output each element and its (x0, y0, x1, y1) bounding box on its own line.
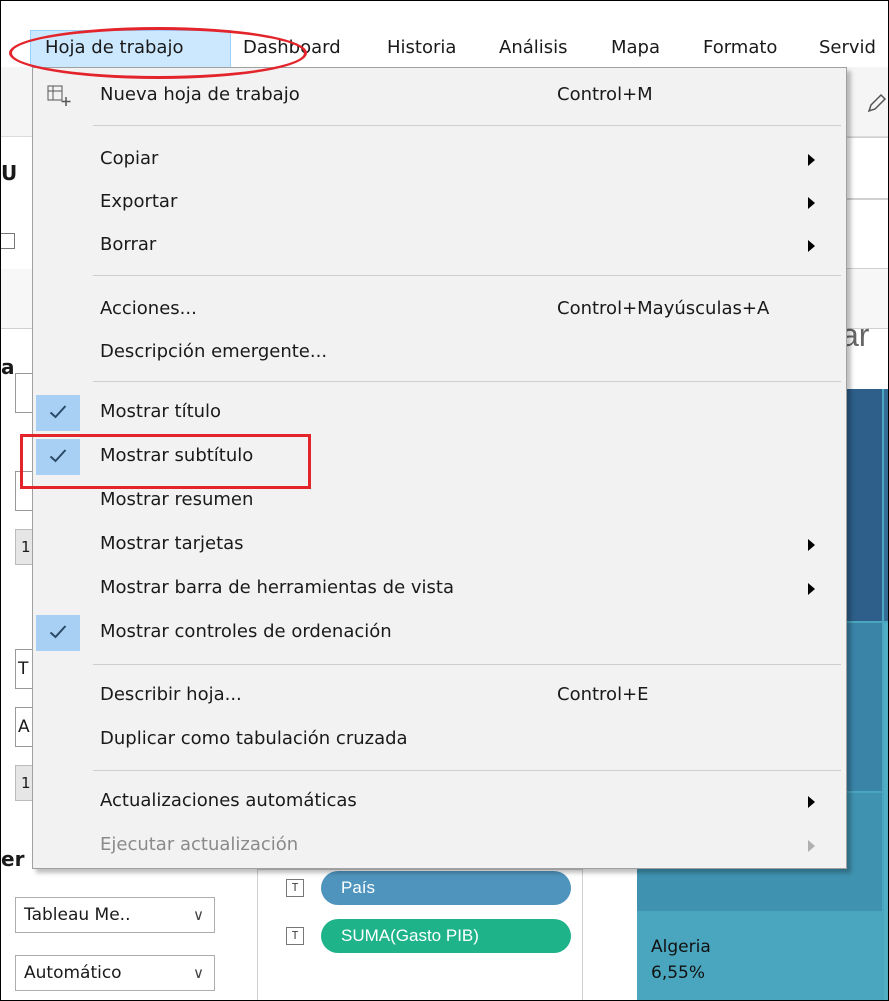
menu-item-label: Borrar (100, 234, 157, 255)
annotation-ellipse (9, 27, 307, 79)
pill-measure[interactable]: SUMA(Gasto PIB) (321, 919, 571, 953)
left-fragment-a: a (1, 355, 15, 379)
menu-item-copy[interactable]: Copiar (33, 138, 846, 182)
menu-item-export[interactable]: Exportar (33, 181, 846, 225)
treemap-label: Algeria (651, 937, 711, 957)
treemap-cell (884, 389, 888, 621)
left-fragment-one-1: 1 (15, 529, 33, 565)
menu-item-label: Descripción emergente... (100, 341, 328, 362)
menu-historia[interactable]: Historia (387, 36, 456, 60)
menu-mapa[interactable]: Mapa (611, 36, 660, 60)
menu-servidor[interactable]: Servid (819, 36, 876, 60)
menu-item-label: Mostrar tarjetas (100, 533, 244, 554)
application-window: U a 1 T A 1 er Tableau Me.. ∨ Automático… (0, 0, 889, 1001)
menu-formato[interactable]: Formato (703, 36, 777, 60)
annotation-box (20, 434, 311, 489)
submenu-arrow-icon (808, 840, 815, 852)
menu-item-show-cards[interactable]: Mostrar tarjetas (33, 523, 846, 567)
menu-separator (93, 664, 841, 665)
menu-item-new-worksheet[interactable]: Nueva hoja de trabajo Control+M (33, 74, 846, 118)
menu-separator (93, 381, 841, 382)
left-fragment-t[interactable]: T (15, 649, 33, 689)
left-fragment-A[interactable]: A (15, 707, 33, 747)
left-fragment-u: U (1, 161, 18, 185)
menu-item-label: Exportar (100, 191, 178, 212)
menu-item-label: Nueva hoja de trabajo (100, 84, 300, 105)
pill-country[interactable]: País (321, 871, 571, 905)
chevron-down-icon: ∨ (193, 906, 204, 924)
left-input-1[interactable] (15, 373, 33, 413)
menu-item-label: Mostrar controles de ordenación (100, 621, 392, 642)
menu-item-run-update: Ejecutar actualización (33, 824, 846, 868)
pages-shelf-header (846, 137, 888, 199)
font-dropdown[interactable]: Tableau Me.. ∨ (15, 897, 215, 933)
font-dropdown-value: Tableau Me.. (24, 905, 131, 925)
menu-item-shortcut: Control+E (557, 684, 649, 705)
menu-item-shortcut: Control+M (557, 84, 653, 105)
menu-item-label: Copiar (100, 148, 159, 169)
submenu-arrow-icon (808, 796, 815, 808)
menu-item-label: Describir hoja... (100, 684, 242, 705)
menu-item-label: Actualizaciones automáticas (100, 790, 357, 811)
menu-separator (93, 275, 841, 276)
text-tag-icon[interactable]: T (286, 879, 304, 897)
checkmark-icon (36, 395, 80, 431)
menu-item-label: Ejecutar actualización (100, 834, 299, 855)
menu-item-clear[interactable]: Borrar (33, 224, 846, 268)
menu-item-show-title[interactable]: Mostrar título (33, 391, 846, 435)
left-fragment-er: er (1, 847, 25, 871)
submenu-arrow-icon (808, 197, 815, 209)
menu-separator (93, 125, 841, 126)
grid-icon (1, 233, 15, 249)
submenu-arrow-icon (808, 154, 815, 166)
menu-item-duplicate-crosstab[interactable]: Duplicar como tabulación cruzada (33, 718, 846, 762)
checkmark-icon (36, 615, 80, 651)
pencil-icon[interactable] (865, 93, 887, 115)
menu-item-label: Acciones... (100, 298, 197, 319)
menu-item-label: Mostrar resumen (100, 489, 254, 510)
menu-item-describe-sheet[interactable]: Describir hoja... Control+E (33, 674, 846, 718)
menu-item-label: Mostrar barra de herramientas de vista (100, 577, 454, 598)
treemap-value: 6,55% (651, 963, 706, 983)
text-tag-icon[interactable]: T (286, 927, 304, 945)
menu-item-show-view-toolbar[interactable]: Mostrar barra de herramientas de vista (33, 567, 846, 611)
auto-dropdown-value: Automático (24, 963, 122, 983)
menu-item-show-sort-controls[interactable]: Mostrar controles de ordenación (33, 611, 846, 655)
submenu-arrow-icon (808, 539, 815, 551)
menu-item-auto-updates[interactable]: Actualizaciones automáticas (33, 780, 846, 824)
left-fragment-one-2: 1 (15, 765, 33, 801)
menu-item-tooltip[interactable]: Descripción emergente... (33, 331, 846, 375)
filters-shelf-header (846, 199, 888, 269)
chevron-down-icon: ∨ (193, 964, 204, 982)
menu-item-label: Duplicar como tabulación cruzada (100, 728, 408, 749)
treemap-cell (884, 623, 888, 1000)
auto-dropdown[interactable]: Automático ∨ (15, 955, 215, 991)
menu-item-shortcut: Control+Mayúsculas+A (557, 298, 770, 319)
menu-analisis[interactable]: Análisis (499, 36, 568, 60)
new-worksheet-icon (47, 85, 73, 111)
menu-item-actions[interactable]: Acciones... Control+Mayúsculas+A (33, 288, 846, 332)
submenu-arrow-icon (808, 583, 815, 595)
menu-separator (93, 770, 841, 771)
submenu-arrow-icon (808, 240, 815, 252)
menu-item-label: Mostrar título (100, 401, 222, 422)
